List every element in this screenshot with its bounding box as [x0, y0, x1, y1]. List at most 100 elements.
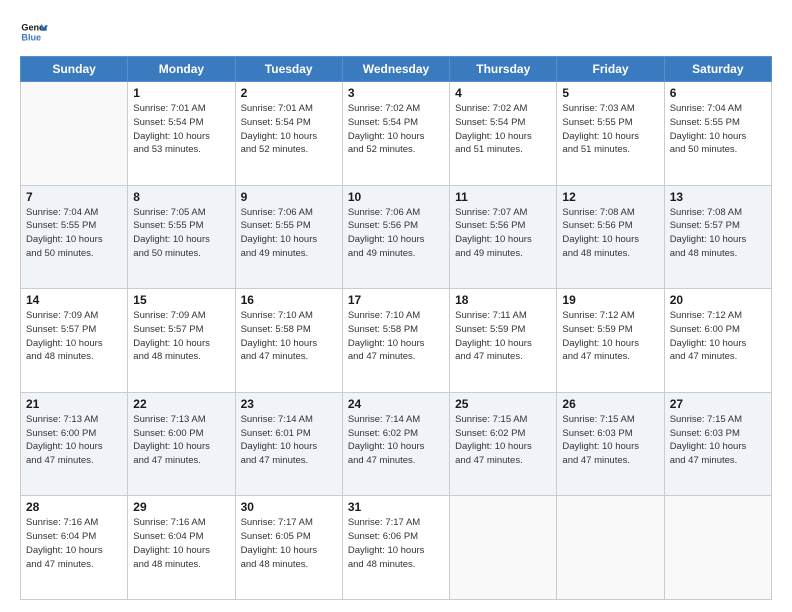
day-number: 6 [670, 86, 766, 100]
day-number: 1 [133, 86, 229, 100]
day-cell-17: 17 Sunrise: 7:10 AMSunset: 5:58 PMDayligh… [342, 289, 449, 393]
day-info: Sunrise: 7:15 AMSunset: 6:02 PMDaylight:… [455, 413, 551, 468]
empty-cell [21, 82, 128, 186]
day-cell-6: 6 Sunrise: 7:04 AMSunset: 5:55 PMDaylight… [664, 82, 771, 186]
day-number: 12 [562, 190, 658, 204]
day-number: 27 [670, 397, 766, 411]
day-number: 21 [26, 397, 122, 411]
day-cell-31: 31 Sunrise: 7:17 AMSunset: 6:06 PMDayligh… [342, 496, 449, 600]
day-info: Sunrise: 7:13 AMSunset: 6:00 PMDaylight:… [26, 413, 122, 468]
day-cell-30: 30 Sunrise: 7:17 AMSunset: 6:05 PMDayligh… [235, 496, 342, 600]
week-row-1: 1 Sunrise: 7:01 AMSunset: 5:54 PMDaylight… [21, 82, 772, 186]
day-number: 13 [670, 190, 766, 204]
day-cell-13: 13Sunrise: 7:08 AMSunset: 5:57 PMDayligh… [664, 185, 771, 289]
day-info: Sunrise: 7:12 AMSunset: 6:00 PMDaylight:… [670, 309, 766, 364]
empty-cell [664, 496, 771, 600]
weekday-header-row: SundayMondayTuesdayWednesdayThursdayFrid… [21, 57, 772, 82]
day-cell-19: 19Sunrise: 7:12 AMSunset: 5:59 PMDayligh… [557, 289, 664, 393]
day-number: 14 [26, 293, 122, 307]
day-cell-3: 3 Sunrise: 7:02 AMSunset: 5:54 PMDaylight… [342, 82, 449, 186]
day-info: Sunrise: 7:16 AMSunset: 6:04 PMDaylight:… [133, 516, 229, 571]
day-cell-12: 12 Sunrise: 7:08 AMSunset: 5:56 PMDayligh… [557, 185, 664, 289]
day-cell-21: 21 Sunrise: 7:13 AMSunset: 6:00 PMDayligh… [21, 392, 128, 496]
day-number: 23 [241, 397, 337, 411]
week-row-5: 28Sunrise: 7:16 AMSunset: 6:04 PMDayligh… [21, 496, 772, 600]
day-cell-11: 11 Sunrise: 7:07 AMSunset: 5:56 PMDayligh… [450, 185, 557, 289]
day-info: Sunrise: 7:13 AMSunset: 6:00 PMDaylight:… [133, 413, 229, 468]
day-cell-22: 22 Sunrise: 7:13 AMSunset: 6:00 PMDayligh… [128, 392, 235, 496]
day-cell-25: 25Sunrise: 7:15 AMSunset: 6:02 PMDayligh… [450, 392, 557, 496]
day-info: Sunrise: 7:02 AMSunset: 5:54 PMDaylight:… [348, 102, 444, 157]
day-info: Sunrise: 7:10 AMSunset: 5:58 PMDaylight:… [348, 309, 444, 364]
day-number: 5 [562, 86, 658, 100]
day-number: 9 [241, 190, 337, 204]
day-info: Sunrise: 7:12 AMSunset: 5:59 PMDaylight:… [562, 309, 658, 364]
day-cell-27: 27Sunrise: 7:15 AMSunset: 6:03 PMDayligh… [664, 392, 771, 496]
day-cell-9: 9 Sunrise: 7:06 AMSunset: 5:55 PMDaylight… [235, 185, 342, 289]
week-row-4: 21 Sunrise: 7:13 AMSunset: 6:00 PMDayligh… [21, 392, 772, 496]
day-info: Sunrise: 7:06 AMSunset: 5:55 PMDaylight:… [241, 206, 337, 261]
day-cell-16: 16 Sunrise: 7:10 AMSunset: 5:58 PMDayligh… [235, 289, 342, 393]
day-cell-2: 2 Sunrise: 7:01 AMSunset: 5:54 PMDaylight… [235, 82, 342, 186]
weekday-header-friday: Friday [557, 57, 664, 82]
day-number: 22 [133, 397, 229, 411]
weekday-header-monday: Monday [128, 57, 235, 82]
day-number: 10 [348, 190, 444, 204]
weekday-header-thursday: Thursday [450, 57, 557, 82]
weekday-header-tuesday: Tuesday [235, 57, 342, 82]
day-info: Sunrise: 7:04 AMSunset: 5:55 PMDaylight:… [670, 102, 766, 157]
day-number: 16 [241, 293, 337, 307]
day-cell-24: 24 Sunrise: 7:14 AMSunset: 6:02 PMDayligh… [342, 392, 449, 496]
day-cell-20: 20 Sunrise: 7:12 AMSunset: 6:00 PMDayligh… [664, 289, 771, 393]
day-info: Sunrise: 7:15 AMSunset: 6:03 PMDaylight:… [562, 413, 658, 468]
day-info: Sunrise: 7:09 AMSunset: 5:57 PMDaylight:… [133, 309, 229, 364]
day-number: 29 [133, 500, 229, 514]
week-row-2: 7Sunrise: 7:04 AMSunset: 5:55 PMDaylight… [21, 185, 772, 289]
day-cell-10: 10Sunrise: 7:06 AMSunset: 5:56 PMDayligh… [342, 185, 449, 289]
day-info: Sunrise: 7:14 AMSunset: 6:02 PMDaylight:… [348, 413, 444, 468]
day-info: Sunrise: 7:05 AMSunset: 5:55 PMDaylight:… [133, 206, 229, 261]
day-cell-26: 26 Sunrise: 7:15 AMSunset: 6:03 PMDayligh… [557, 392, 664, 496]
day-number: 11 [455, 190, 551, 204]
day-cell-8: 8 Sunrise: 7:05 AMSunset: 5:55 PMDaylight… [128, 185, 235, 289]
day-cell-29: 29 Sunrise: 7:16 AMSunset: 6:04 PMDayligh… [128, 496, 235, 600]
day-number: 20 [670, 293, 766, 307]
day-number: 3 [348, 86, 444, 100]
weekday-header-saturday: Saturday [664, 57, 771, 82]
day-number: 8 [133, 190, 229, 204]
day-cell-15: 15 Sunrise: 7:09 AMSunset: 5:57 PMDayligh… [128, 289, 235, 393]
day-info: Sunrise: 7:17 AMSunset: 6:06 PMDaylight:… [348, 516, 444, 571]
day-cell-18: 18 Sunrise: 7:11 AMSunset: 5:59 PMDayligh… [450, 289, 557, 393]
day-info: Sunrise: 7:01 AMSunset: 5:54 PMDaylight:… [133, 102, 229, 157]
day-info: Sunrise: 7:02 AMSunset: 5:54 PMDaylight:… [455, 102, 551, 157]
day-info: Sunrise: 7:11 AMSunset: 5:59 PMDaylight:… [455, 309, 551, 364]
day-number: 24 [348, 397, 444, 411]
day-cell-1: 1 Sunrise: 7:01 AMSunset: 5:54 PMDaylight… [128, 82, 235, 186]
day-number: 2 [241, 86, 337, 100]
weekday-header-wednesday: Wednesday [342, 57, 449, 82]
day-info: Sunrise: 7:09 AMSunset: 5:57 PMDaylight:… [26, 309, 122, 364]
empty-cell [557, 496, 664, 600]
weekday-header-sunday: Sunday [21, 57, 128, 82]
svg-text:Blue: Blue [21, 32, 41, 42]
day-number: 30 [241, 500, 337, 514]
day-info: Sunrise: 7:17 AMSunset: 6:05 PMDaylight:… [241, 516, 337, 571]
day-cell-4: 4 Sunrise: 7:02 AMSunset: 5:54 PMDaylight… [450, 82, 557, 186]
day-number: 7 [26, 190, 122, 204]
day-number: 15 [133, 293, 229, 307]
day-info: Sunrise: 7:16 AMSunset: 6:04 PMDaylight:… [26, 516, 122, 571]
day-number: 26 [562, 397, 658, 411]
day-number: 17 [348, 293, 444, 307]
day-number: 31 [348, 500, 444, 514]
logo: General Blue [20, 18, 48, 46]
day-info: Sunrise: 7:08 AMSunset: 5:56 PMDaylight:… [562, 206, 658, 261]
day-info: Sunrise: 7:07 AMSunset: 5:56 PMDaylight:… [455, 206, 551, 261]
day-info: Sunrise: 7:01 AMSunset: 5:54 PMDaylight:… [241, 102, 337, 157]
calendar-table: SundayMondayTuesdayWednesdayThursdayFrid… [20, 56, 772, 600]
day-info: Sunrise: 7:10 AMSunset: 5:58 PMDaylight:… [241, 309, 337, 364]
day-number: 18 [455, 293, 551, 307]
day-number: 4 [455, 86, 551, 100]
day-cell-23: 23 Sunrise: 7:14 AMSunset: 6:01 PMDayligh… [235, 392, 342, 496]
day-info: Sunrise: 7:14 AMSunset: 6:01 PMDaylight:… [241, 413, 337, 468]
week-row-3: 14 Sunrise: 7:09 AMSunset: 5:57 PMDayligh… [21, 289, 772, 393]
